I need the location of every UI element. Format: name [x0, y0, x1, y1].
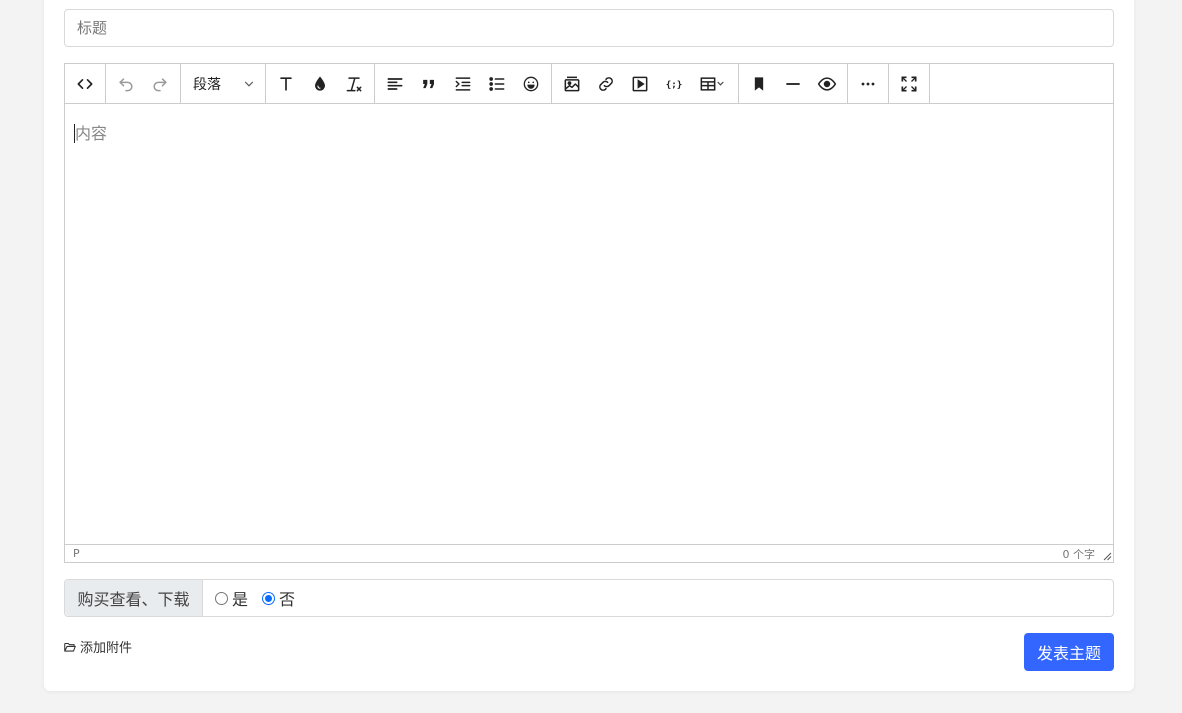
fullscreen-icon[interactable] [892, 67, 926, 101]
code-sample-icon[interactable]: {;} [657, 67, 691, 101]
purchase-label: 购买查看、下载 [65, 580, 203, 616]
toolbar-group-insert: {;} [552, 64, 739, 103]
table-icon[interactable] [691, 67, 735, 101]
editor-statusbar: P 0 个字 [65, 544, 1113, 562]
word-count: 0 个字 [1062, 547, 1096, 561]
source-code-icon[interactable] [68, 67, 102, 101]
svg-text:{;}: {;} [666, 79, 683, 90]
post-form-card: 段落 [44, 0, 1134, 691]
align-left-icon[interactable] [378, 67, 412, 101]
toolbar-group-source [65, 64, 106, 103]
toolbar-group-misc [739, 64, 848, 103]
resize-handle-icon[interactable] [1102, 551, 1112, 561]
toolbar-group-history [106, 64, 181, 103]
purchase-setting: 购买查看、下载 是 否 [64, 579, 1114, 617]
link-icon[interactable] [589, 67, 623, 101]
media-icon[interactable] [623, 67, 657, 101]
block-format-label: 段落 [193, 76, 221, 93]
toolbar-group-more [848, 64, 889, 103]
horizontal-rule-icon[interactable] [776, 67, 810, 101]
text-size-icon[interactable] [269, 67, 303, 101]
editor-toolbar: 段落 {;} [65, 64, 1113, 104]
more-icon[interactable] [851, 67, 885, 101]
add-attachment-link[interactable]: 添加附件 [63, 637, 132, 656]
image-icon[interactable] [555, 67, 589, 101]
blockquote-icon[interactable] [412, 67, 446, 101]
rich-text-editor: 段落 {;} 内容 P 0 个字 [64, 63, 1114, 563]
radio-no-label: 否 [279, 590, 296, 609]
title-input[interactable] [64, 9, 1114, 47]
element-path[interactable]: P [73, 547, 80, 560]
chevron-down-icon [244, 81, 254, 87]
redo-icon[interactable] [143, 67, 177, 101]
folder-open-icon [64, 642, 76, 652]
preview-icon[interactable] [810, 67, 844, 101]
toolbar-group-block: 段落 [181, 64, 266, 103]
anchor-icon[interactable] [742, 67, 776, 101]
radio-yes[interactable] [215, 591, 228, 605]
block-format-select[interactable]: 段落 [184, 67, 262, 101]
text-caret [74, 124, 75, 143]
purchase-no-option[interactable]: 否 [262, 586, 295, 610]
toolbar-group-paragraph [375, 64, 552, 103]
clear-format-icon[interactable] [337, 67, 371, 101]
toolbar-group-fullscreen [889, 64, 930, 103]
indent-icon[interactable] [446, 67, 480, 101]
submit-post-button[interactable]: 发表主题 [1024, 633, 1114, 671]
emoji-icon[interactable] [514, 67, 548, 101]
bullet-list-icon[interactable] [480, 67, 514, 101]
undo-icon[interactable] [109, 67, 143, 101]
editor-content[interactable]: 内容 [65, 104, 1113, 546]
purchase-radio-group: 是 否 [203, 580, 309, 616]
add-attachment-label: 添加附件 [80, 641, 133, 656]
text-color-icon[interactable] [303, 67, 337, 101]
content-placeholder: 内容 [75, 124, 108, 143]
radio-yes-label: 是 [232, 590, 249, 609]
toolbar-group-format [266, 64, 375, 103]
radio-no[interactable] [262, 591, 276, 605]
purchase-yes-option[interactable]: 是 [215, 586, 248, 610]
